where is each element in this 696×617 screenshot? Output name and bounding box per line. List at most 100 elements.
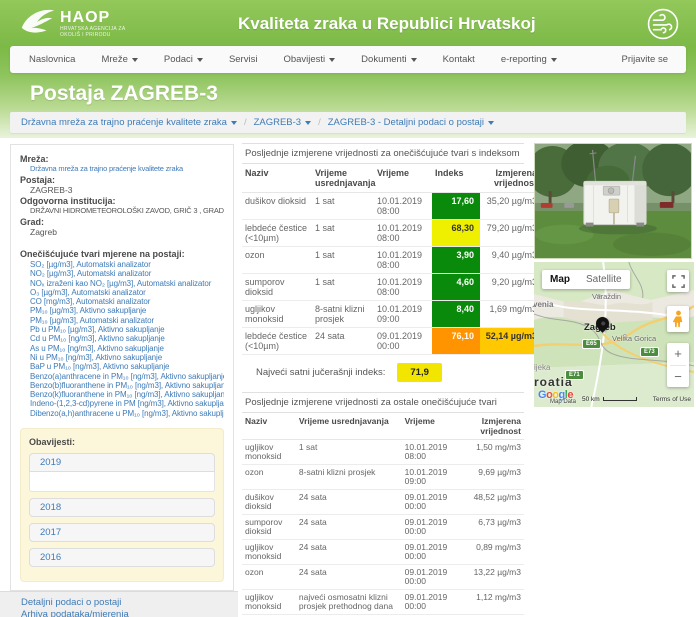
cell-time: 00:00 — [404, 576, 426, 586]
table-row: sumporov dioksid 24 sata 09.01.2019 00:00 6,… — [242, 514, 524, 540]
nav-item-naslovnica[interactable]: Naslovnica — [16, 54, 88, 65]
pollutant-link-5[interactable]: PM₁₀ [µg/m3], Aktivno sakupljanje — [30, 306, 224, 315]
cell-time: 00:00 — [404, 526, 426, 536]
nav-item-e-reporting[interactable]: e-reporting — [488, 54, 570, 65]
fullscreen-button[interactable] — [667, 270, 689, 292]
cell-vrijednost: 9,69 µg/m3 — [459, 464, 524, 490]
map-label-rijeka: ijeka — [534, 363, 551, 372]
pollutant-link-7[interactable]: Pb u PM₁₀ [µg/m3], Aktivno sakupljanje — [30, 325, 224, 334]
zoom-in-button[interactable]: + — [667, 343, 689, 365]
pollutant-link-4[interactable]: CO [mg/m3], Automatski analizator — [30, 297, 224, 306]
pollutant-link-15[interactable]: Indeno-(1,2,3-cd)pyrene in PM [ng/m3], A… — [30, 399, 224, 408]
breadcrumb-link-2[interactable]: ZAGREB-3 - Detaljni podaci o postaji — [328, 117, 495, 128]
pollutant-link-1[interactable]: NO₂ [µg/m3], Automatski analizator — [30, 269, 224, 278]
table-row: ugljikov monoksid 8-satni klizni prosjek 1… — [242, 300, 540, 328]
login-link[interactable]: Prijavite se — [610, 54, 680, 65]
info-value-0[interactable]: Državna mreža za trajno praćenje kvalite… — [20, 164, 224, 174]
chevron-down-icon — [550, 57, 557, 62]
station-photo — [534, 143, 692, 259]
cell-time: 08:00 — [377, 233, 400, 243]
road-badge-e65: E65 — [582, 339, 601, 349]
max-index-row: Najveći satni jučerašnji indeks: 71,9 — [256, 363, 524, 382]
cell-usrednjavanje: 1 sat — [312, 273, 374, 301]
map-label-varazdin: Varaždin — [592, 292, 622, 301]
pollutants-label: Onečišćujuće tvari mjerene na postaji: — [20, 249, 185, 259]
cell-vrijeme: 10.01.2019 09:00 — [374, 300, 432, 328]
cell-vrijednost: 13,22 µg/m3 — [459, 564, 524, 590]
cell-indeks: 68,30 — [432, 219, 480, 247]
notices-year-2018[interactable]: 2018 — [29, 498, 215, 518]
cell-naziv: lebdeće čestice (<10µm) — [242, 219, 312, 247]
road-badge-e73: E73 — [640, 347, 659, 357]
nav-items: Naslovnica Mreže Podaci Servisi Obavijesti Do… — [16, 54, 570, 65]
terms-of-use-link[interactable]: Terms of Use — [653, 396, 691, 403]
pegman-control[interactable] — [667, 306, 689, 332]
air-swirl-icon — [646, 7, 680, 41]
table-row: ozon 1 sat 10.01.2019 08:00 3,90 9,40 µg/m3 — [242, 246, 540, 274]
notices-year-2017[interactable]: 2017 — [29, 523, 215, 543]
satellite-view-button[interactable]: Satellite — [578, 270, 630, 289]
map-scale: 50 km — [582, 396, 637, 403]
map-data-label: Map Data — [550, 399, 577, 405]
nav-item-obavijesti[interactable]: Obavijesti — [270, 54, 348, 65]
pollutant-link-16[interactable]: Dibenzo(a,h)anthracene u PM₁₀ [ng/m3], A… — [30, 409, 224, 418]
pegman-icon — [672, 310, 682, 328]
left-column: Mreža: Državna mreža za trajno praćenje k… — [0, 138, 238, 617]
max-index-badge: 71,9 — [397, 363, 442, 382]
table-row: ugljikov monoksid 24 sata 09.01.2019 00:00 0… — [242, 539, 524, 565]
footer-link-detaljni-podaci-o-postaji[interactable]: Detaljni podaci o postaji — [21, 597, 238, 609]
cell-vrijeme: 09.01.2019 00:00 — [374, 327, 432, 355]
cell-naziv: sumporov dioksid — [242, 514, 296, 540]
cell-time: 08:00 — [404, 451, 426, 461]
pollutant-link-8[interactable]: Cd u PM₁₀ [ng/m3], Aktivno sakupljanje — [30, 334, 224, 343]
map-scale-label: 50 km — [582, 396, 600, 403]
pollutant-link-6[interactable]: PM₁₀ [µg/m3], Automatski analizator — [30, 316, 224, 325]
nav-item-kontakt[interactable]: Kontakt — [430, 54, 488, 65]
indexed-table-header-row: Naziv Vrijeme usrednjavanja Vrijeme Indeks I… — [242, 164, 540, 193]
nav-item-dokumenti[interactable]: Dokumenti — [348, 54, 429, 65]
table-row: ugljikov monoksid 1 sat 10.01.2019 08:00 1,5… — [242, 439, 524, 465]
cell-vrijednost: 1,12 mg/m3 — [459, 589, 524, 615]
left-footer-links: Detaljni podaci o postaji Arhiva podataka… — [0, 591, 238, 617]
pollutant-link-13[interactable]: Benzo(b)fluoranthene in PM₁₀ [ng/m3], Ak… — [30, 381, 224, 390]
info-value-1: ZAGREB-3 — [30, 185, 73, 195]
cell-usrednjavanje: 24 sata — [295, 514, 402, 540]
zoom-out-button[interactable]: − — [667, 366, 689, 388]
pollutant-link-2[interactable]: NOₓ izraženi kao NO₂ [µg/m3], Automatski… — [30, 279, 224, 288]
notices-year-panel — [29, 472, 215, 493]
notices-year-2016[interactable]: 2016 — [29, 548, 215, 568]
cell-naziv: ugljikov monoksid — [242, 300, 312, 328]
col-header: Indeks — [432, 164, 480, 193]
col-header: Naziv — [242, 413, 296, 440]
notices-year-2019[interactable]: 2019 — [29, 453, 215, 473]
nav-item-mre-e[interactable]: Mreže — [88, 54, 150, 65]
pollutant-link-0[interactable]: SO₂ [µg/m3], Automatski analizator — [30, 260, 224, 269]
nav-item-podaci[interactable]: Podaci — [151, 54, 216, 65]
pollutant-link-9[interactable]: As u PM₁₀ [ng/m3], Aktivno sakupljanje — [30, 344, 224, 353]
map-view-button[interactable]: Map — [542, 270, 578, 289]
breadcrumb-link-1[interactable]: ZAGREB-3 — [254, 117, 312, 128]
pollutant-link-10[interactable]: Ni u PM₁₀ [ng/m3], Aktivno sakupljanje — [30, 353, 224, 362]
pollutant-link-12[interactable]: Benzo(a)anthracene in PM₁₀ [ng/m3], Akti… — [30, 372, 224, 381]
nav-item-servisi[interactable]: Servisi — [216, 54, 271, 65]
chevron-down-icon — [196, 57, 203, 62]
pollutant-link-11[interactable]: BaP u PM₁₀ [ng/m3], Aktivno sakupljanje — [30, 362, 224, 371]
footer-link-arhiva-podataka-mjerenja[interactable]: Arhiva podataka/mjerenja — [21, 609, 238, 617]
table-row: ozon 24 sata 09.01.2019 00:00 13,22 µg/m3 — [242, 564, 524, 590]
chevron-down-icon — [488, 120, 495, 125]
pollutant-link-14[interactable]: Benzo(k)fluoranthene in PM₁₀ [ng/m3], Ak… — [30, 390, 224, 399]
google-logo-letter: G — [538, 389, 547, 401]
info-label-2: Odgovorna institucija: — [20, 196, 116, 206]
haop-logo[interactable]: HAOP HRVATSKA AGENCIJA ZA OKOLIŠ I PRIRO… — [18, 3, 125, 46]
google-map[interactable]: Varaždin venia Zagreb Velika Gorica ijek… — [534, 262, 694, 407]
cell-vrijeme: 09.01.2019 00:00 — [401, 589, 460, 615]
other-table-header-row: Naziv Vrijeme usrednjavanja Vrijeme Izmjere… — [242, 413, 524, 440]
station-info-panel: Mreža: Državna mreža za trajno praćenje k… — [10, 144, 234, 592]
cell-time: 00:00 — [377, 341, 400, 351]
pollutant-link-3[interactable]: O₃ [µg/m3], Automatski analizator — [30, 288, 224, 297]
cell-time: 08:00 — [377, 287, 400, 297]
cell-usrednjavanje: 1 sat — [312, 192, 374, 220]
col-header: Izmjerena vrijednost — [480, 164, 540, 193]
station-info: Mreža: Državna mreža za trajno praćenje k… — [20, 154, 224, 237]
breadcrumb-link-0[interactable]: Državna mreža za trajno praćenje kvalite… — [21, 117, 237, 128]
